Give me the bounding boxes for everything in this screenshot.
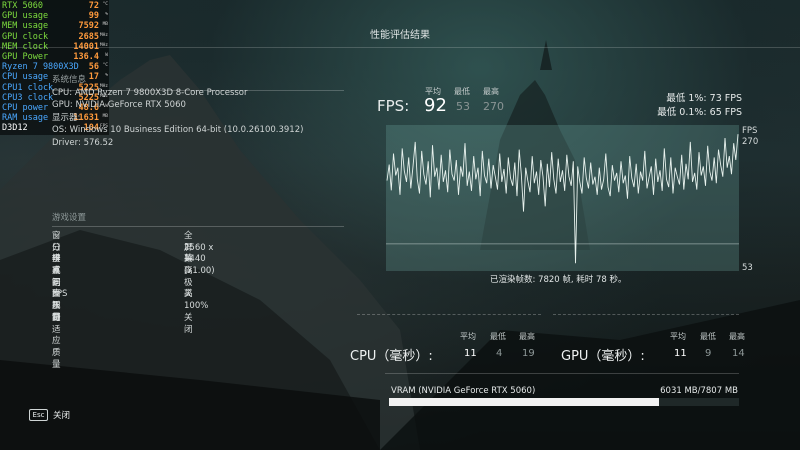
fps-max-heading: 最高: [483, 87, 499, 96]
esc-key-icon[interactable]: Esc: [29, 409, 48, 421]
cpu-stats-divider: [357, 314, 541, 316]
hud-unit: %: [105, 12, 108, 18]
settings-divider: [52, 226, 344, 227]
hud-row: Ryzen 7 9800X3D 56 °C: [1, 62, 109, 72]
cpu-max-value: 19: [522, 348, 535, 359]
gpu-avg-value: 11: [674, 348, 687, 359]
hud-label: CPU1 clock: [2, 82, 54, 93]
hud-value: 99: [88, 11, 99, 22]
hud-value: 136.4: [73, 51, 99, 62]
gpu-min-heading: 最低: [700, 332, 716, 341]
chart-max-label: 270: [742, 137, 759, 147]
gpu-info: GPU: NVIDIA GeForce RTX 5060: [52, 100, 186, 111]
hud-row: RTX 5060 72 °C: [1, 1, 109, 11]
fps-min-heading: 最低: [454, 87, 470, 96]
gpu-max-value: 14: [732, 348, 745, 359]
chart-min-label: 53: [742, 263, 753, 273]
fps-low-0-1-percent: 最低 0.1%: 65 FPS: [657, 107, 742, 118]
hud-unit: °C: [102, 2, 108, 7]
hud-unit: W: [105, 52, 108, 58]
cpu-max-heading: 最高: [519, 332, 535, 341]
os-info: OS: Windows 10 Business Edition 64-bit (…: [52, 125, 304, 136]
vram-value: 6031 MB/7807 MB: [660, 386, 738, 396]
header-divider: [0, 47, 800, 48]
frames-summary: 已渲染帧数: 7820 帧, 耗时 78 秒。: [490, 275, 627, 285]
gpu-avg-heading: 平均: [670, 332, 686, 341]
driver-info: Driver: 576.52: [52, 137, 114, 148]
hud-value: 72: [88, 1, 99, 11]
display-info: 显示器:: [52, 112, 81, 123]
setting-value: 关闭: [184, 312, 193, 335]
fps-chart: [386, 134, 739, 264]
chart-unit-label: FPS: [742, 126, 758, 136]
cpu-avg-heading: 平均: [460, 332, 476, 341]
cpu-min-value: 4: [496, 348, 503, 359]
close-button[interactable]: 关闭: [53, 409, 70, 421]
fps-label: FPS:: [377, 97, 410, 115]
hud-label: CPU power: [2, 102, 49, 113]
setting-name: 自适应质量: [52, 312, 61, 370]
fps-avg-value: 92: [424, 95, 447, 116]
vram-divider: [385, 373, 739, 374]
hud-unit: °C: [102, 63, 108, 69]
hud-label: D3D12: [2, 123, 28, 134]
gpu-max-heading: 最高: [729, 332, 745, 341]
cpu-avg-value: 11: [464, 348, 477, 359]
system-info-divider: [52, 90, 344, 91]
settings-heading: 游戏设置: [52, 213, 87, 223]
cpu-frametime-label: CPU（毫秒）:: [350, 349, 433, 364]
setting-value: 高: [184, 266, 193, 277]
vram-usage-fill: [389, 398, 660, 406]
page-title: 性能评估结果: [370, 30, 430, 41]
setting-value: 关: [184, 289, 193, 300]
fps-max-value: 270: [483, 100, 504, 113]
gpu-min-value: 9: [705, 348, 712, 359]
system-info-heading: 系统信息: [52, 75, 87, 85]
vram-label: VRAM (NVIDIA GeForce RTX 5060): [391, 386, 536, 396]
setting-value: 关: [184, 254, 193, 265]
cpu-info: CPU: AMD Ryzen 7 9800X3D 8-Core Processo…: [52, 87, 248, 98]
fps-low-1-percent: 最低 1%: 73 FPS: [666, 93, 742, 104]
fps-min-value: 53: [456, 100, 470, 113]
hud-label: CPU3 clock: [2, 92, 54, 103]
setting-value: 100%: [184, 301, 209, 312]
gpu-frametime-label: GPU（毫秒）:: [561, 349, 645, 364]
hud-unit: MHz: [99, 42, 108, 48]
hud-label: GPU usage: [2, 11, 49, 22]
gpu-stats-divider: [553, 314, 739, 316]
hud-row: GPU usage 99%: [1, 11, 109, 21]
hud-label: CPU usage: [2, 72, 49, 83]
cpu-min-heading: 最低: [490, 332, 506, 341]
vram-usage-bar: [389, 398, 739, 406]
hud-label: GPU Power: [2, 51, 49, 62]
hud-row: GPU Power 136.4 W: [1, 52, 109, 62]
system-info-panel: 系统信息 CPU: AMD Ryzen 7 9800X3D 8-Core Pro…: [52, 74, 303, 150]
hud-value: 56: [88, 62, 99, 73]
hud-label: RTX 5060: [2, 1, 43, 11]
hud-label: Ryzen 7 9800X3D: [2, 62, 79, 73]
hud-label: RAM usage: [2, 113, 49, 124]
